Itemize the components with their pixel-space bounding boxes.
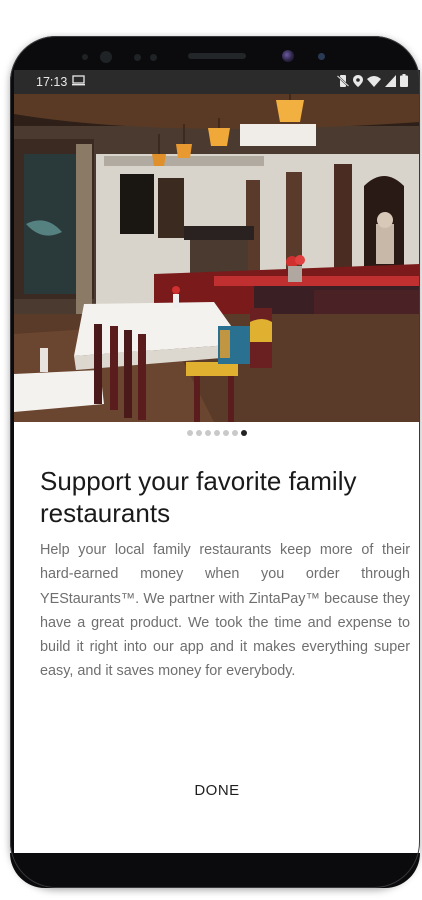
sensor-icon — [150, 54, 157, 61]
sensor-icon — [318, 53, 325, 60]
page-dot — [205, 430, 211, 436]
sensor-icon — [134, 54, 141, 61]
proximity-sensor-icon — [82, 54, 88, 60]
page-dot — [214, 430, 220, 436]
status-time: 17:13 — [36, 75, 68, 89]
signal-icon — [385, 74, 396, 90]
wifi-icon — [367, 75, 381, 90]
page-dot-active — [241, 430, 247, 436]
status-bar: 17:13 — [14, 70, 420, 94]
earpiece-speaker — [188, 53, 246, 59]
location-icon — [353, 74, 363, 90]
onboarding-title: Support your favorite family restaurants — [40, 466, 357, 528]
screenshot-icon — [72, 75, 86, 89]
restaurant-interior-illustration — [14, 94, 420, 422]
done-button[interactable]: DONE — [182, 777, 252, 803]
front-camera-icon — [282, 50, 294, 62]
phone-bottom-bezel — [10, 853, 420, 888]
page-dot — [223, 430, 229, 436]
battery-icon — [400, 74, 408, 90]
mute-icon — [336, 74, 350, 90]
sensor-icon — [100, 51, 112, 63]
restaurant-hero-image — [14, 94, 420, 422]
page-dot — [232, 430, 238, 436]
page-dot — [196, 430, 202, 436]
page-dot — [187, 430, 193, 436]
onboarding-description: Help your local family restaurants keep … — [40, 542, 410, 680]
screen: 17:13 Support your favorite family resta… — [14, 70, 420, 853]
page-indicator — [14, 430, 420, 440]
